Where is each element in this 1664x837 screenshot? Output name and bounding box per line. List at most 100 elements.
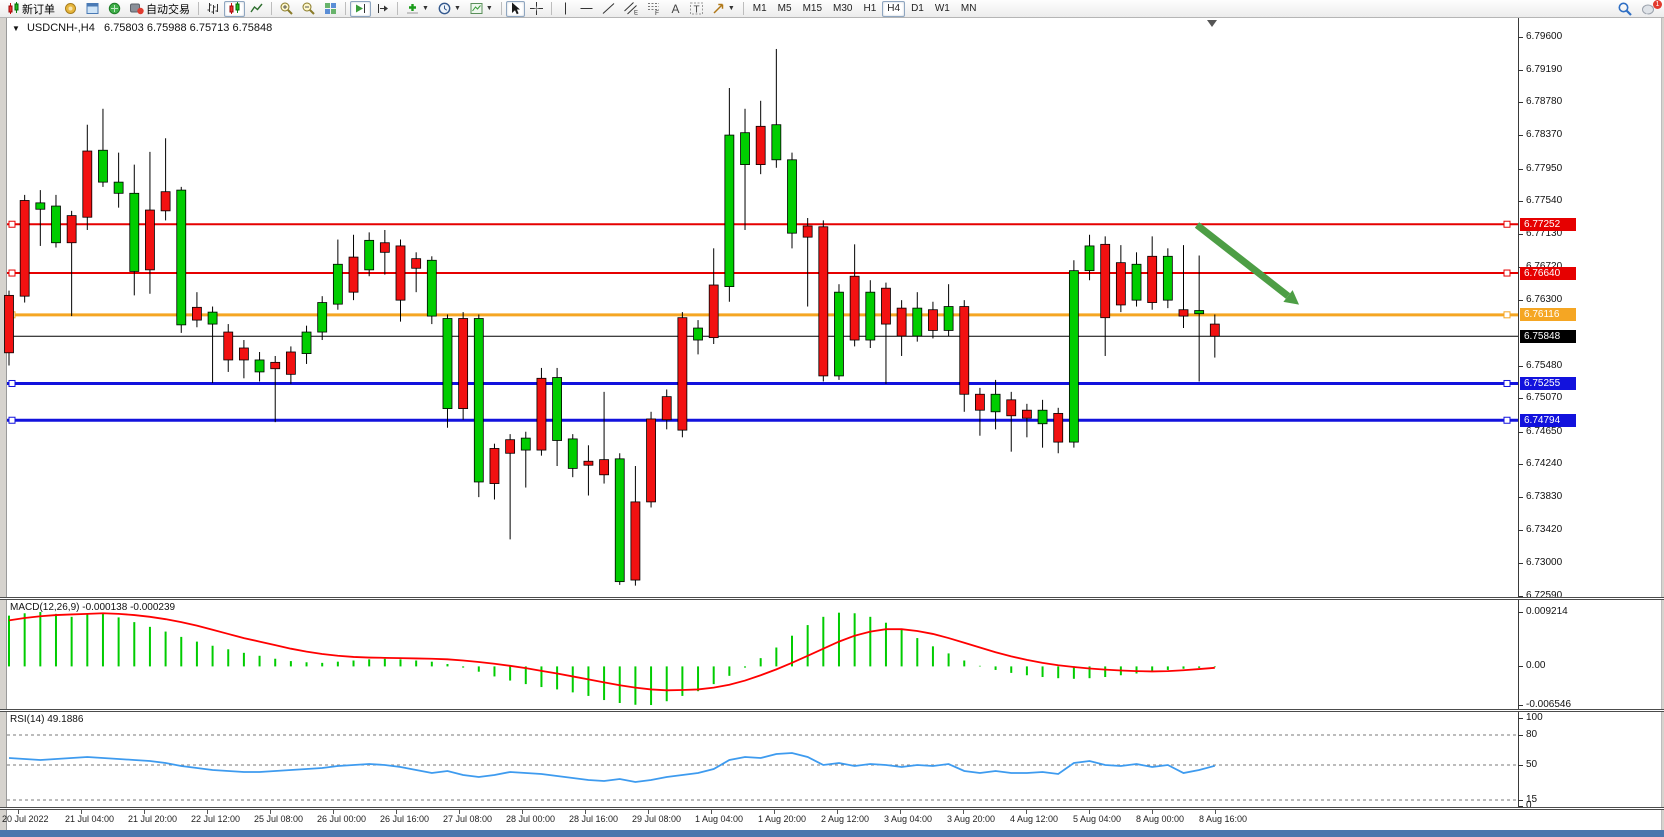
rsi-line — [9, 753, 1215, 782]
candle-body — [318, 303, 327, 333]
axis-tick — [1518, 366, 1523, 367]
axis-tick — [1518, 37, 1523, 38]
line-handle[interactable] — [9, 270, 15, 276]
candle-body — [380, 243, 389, 253]
axis-tick — [1518, 612, 1523, 613]
line-handle[interactable] — [1504, 221, 1510, 227]
candle-body — [145, 210, 154, 270]
panel-separator[interactable] — [0, 807, 1664, 810]
axis-tick-label: 6.76300 — [1526, 294, 1562, 305]
candle-body — [991, 394, 1000, 412]
line-handle[interactable] — [9, 221, 15, 227]
date-tick — [963, 810, 964, 814]
candle-body — [1148, 256, 1157, 302]
candle-body — [631, 502, 640, 580]
axis-tick — [1518, 765, 1523, 766]
candle-body — [709, 285, 718, 338]
candle-body — [114, 182, 123, 193]
candle-body — [694, 328, 703, 340]
candle-body — [1116, 263, 1125, 305]
candle-body — [474, 318, 483, 481]
candle-body — [1210, 324, 1219, 336]
candle-body — [506, 440, 515, 454]
axis-tick — [1518, 735, 1523, 736]
bid-price-label: 6.75848 — [1520, 330, 1576, 343]
line-handle[interactable] — [1504, 380, 1510, 386]
date-label: 26 Jul 00:00 — [317, 814, 366, 824]
date-tick — [648, 810, 649, 814]
axis-tick — [1518, 530, 1523, 531]
axis-tick-label: 50 — [1526, 759, 1537, 770]
date-tick — [711, 810, 712, 814]
candle-body — [521, 438, 530, 450]
candle-body — [443, 318, 452, 408]
date-tick — [585, 810, 586, 814]
candle-body — [834, 292, 843, 376]
candle-body — [600, 460, 609, 475]
candle-body — [788, 160, 797, 233]
axis-tick — [1518, 563, 1523, 564]
candle-body — [553, 378, 562, 441]
candle-body — [177, 190, 186, 325]
axis-tick — [1518, 432, 1523, 433]
candle-body — [286, 352, 295, 374]
candle-body — [913, 308, 922, 336]
candle-body — [239, 348, 248, 360]
line-handle[interactable] — [9, 417, 15, 423]
date-tick — [333, 810, 334, 814]
date-label: 1 Aug 04:00 — [695, 814, 743, 824]
candle-body — [208, 312, 217, 324]
candle-body — [255, 360, 264, 372]
candle-body — [1085, 246, 1094, 271]
price-line-label: 6.77252 — [1520, 218, 1576, 231]
candle-body — [897, 308, 906, 336]
axis-tick-label: 6.77540 — [1526, 195, 1562, 206]
axis-tick-label: 6.75480 — [1526, 360, 1562, 371]
candle-body — [803, 226, 812, 237]
panel-separator[interactable] — [0, 597, 1664, 600]
date-label: 21 Jul 20:00 — [128, 814, 177, 824]
candle-body — [161, 192, 170, 211]
date-tick — [144, 810, 145, 814]
date-label: 8 Aug 00:00 — [1136, 814, 1184, 824]
candle-body — [130, 193, 139, 271]
date-tick — [1089, 810, 1090, 814]
candle-body — [537, 378, 546, 450]
price-line-label: 6.76640 — [1520, 267, 1576, 280]
date-label: 2 Aug 12:00 — [821, 814, 869, 824]
candle-body — [1038, 410, 1047, 424]
candle-body — [333, 264, 342, 304]
line-handle[interactable] — [1504, 312, 1510, 318]
trend-arrow[interactable] — [1197, 225, 1288, 296]
candle-body — [51, 206, 60, 243]
candle-body — [427, 260, 436, 316]
axis-tick-label: 0.009214 — [1526, 606, 1568, 617]
chart-shift-marker-icon[interactable] — [1207, 20, 1217, 27]
axis-tick — [1518, 718, 1523, 719]
line-handle[interactable] — [1504, 417, 1510, 423]
date-tick — [900, 810, 901, 814]
date-tick — [459, 810, 460, 814]
candle-body — [1101, 244, 1110, 317]
date-label: 8 Aug 16:00 — [1199, 814, 1247, 824]
candle-body — [412, 259, 421, 269]
candle-body — [20, 200, 29, 296]
candle-body — [302, 332, 311, 354]
candle-body — [192, 307, 201, 320]
candle-body — [5, 295, 14, 352]
candle-body — [678, 318, 687, 430]
line-handle[interactable] — [1504, 270, 1510, 276]
axis-tick — [1518, 497, 1523, 498]
date-label: 27 Jul 08:00 — [443, 814, 492, 824]
panel-separator[interactable] — [0, 709, 1664, 712]
date-tick — [81, 810, 82, 814]
candle-body — [98, 150, 107, 182]
candle-body — [459, 318, 468, 408]
candle-body — [928, 310, 937, 331]
line-handle[interactable] — [9, 380, 15, 386]
date-tick — [1026, 810, 1027, 814]
axis-tick-label: 6.73830 — [1526, 491, 1562, 502]
date-tick — [207, 810, 208, 814]
price-line-label: 6.75255 — [1520, 377, 1576, 390]
axis-tick-label: 6.77950 — [1526, 163, 1562, 174]
